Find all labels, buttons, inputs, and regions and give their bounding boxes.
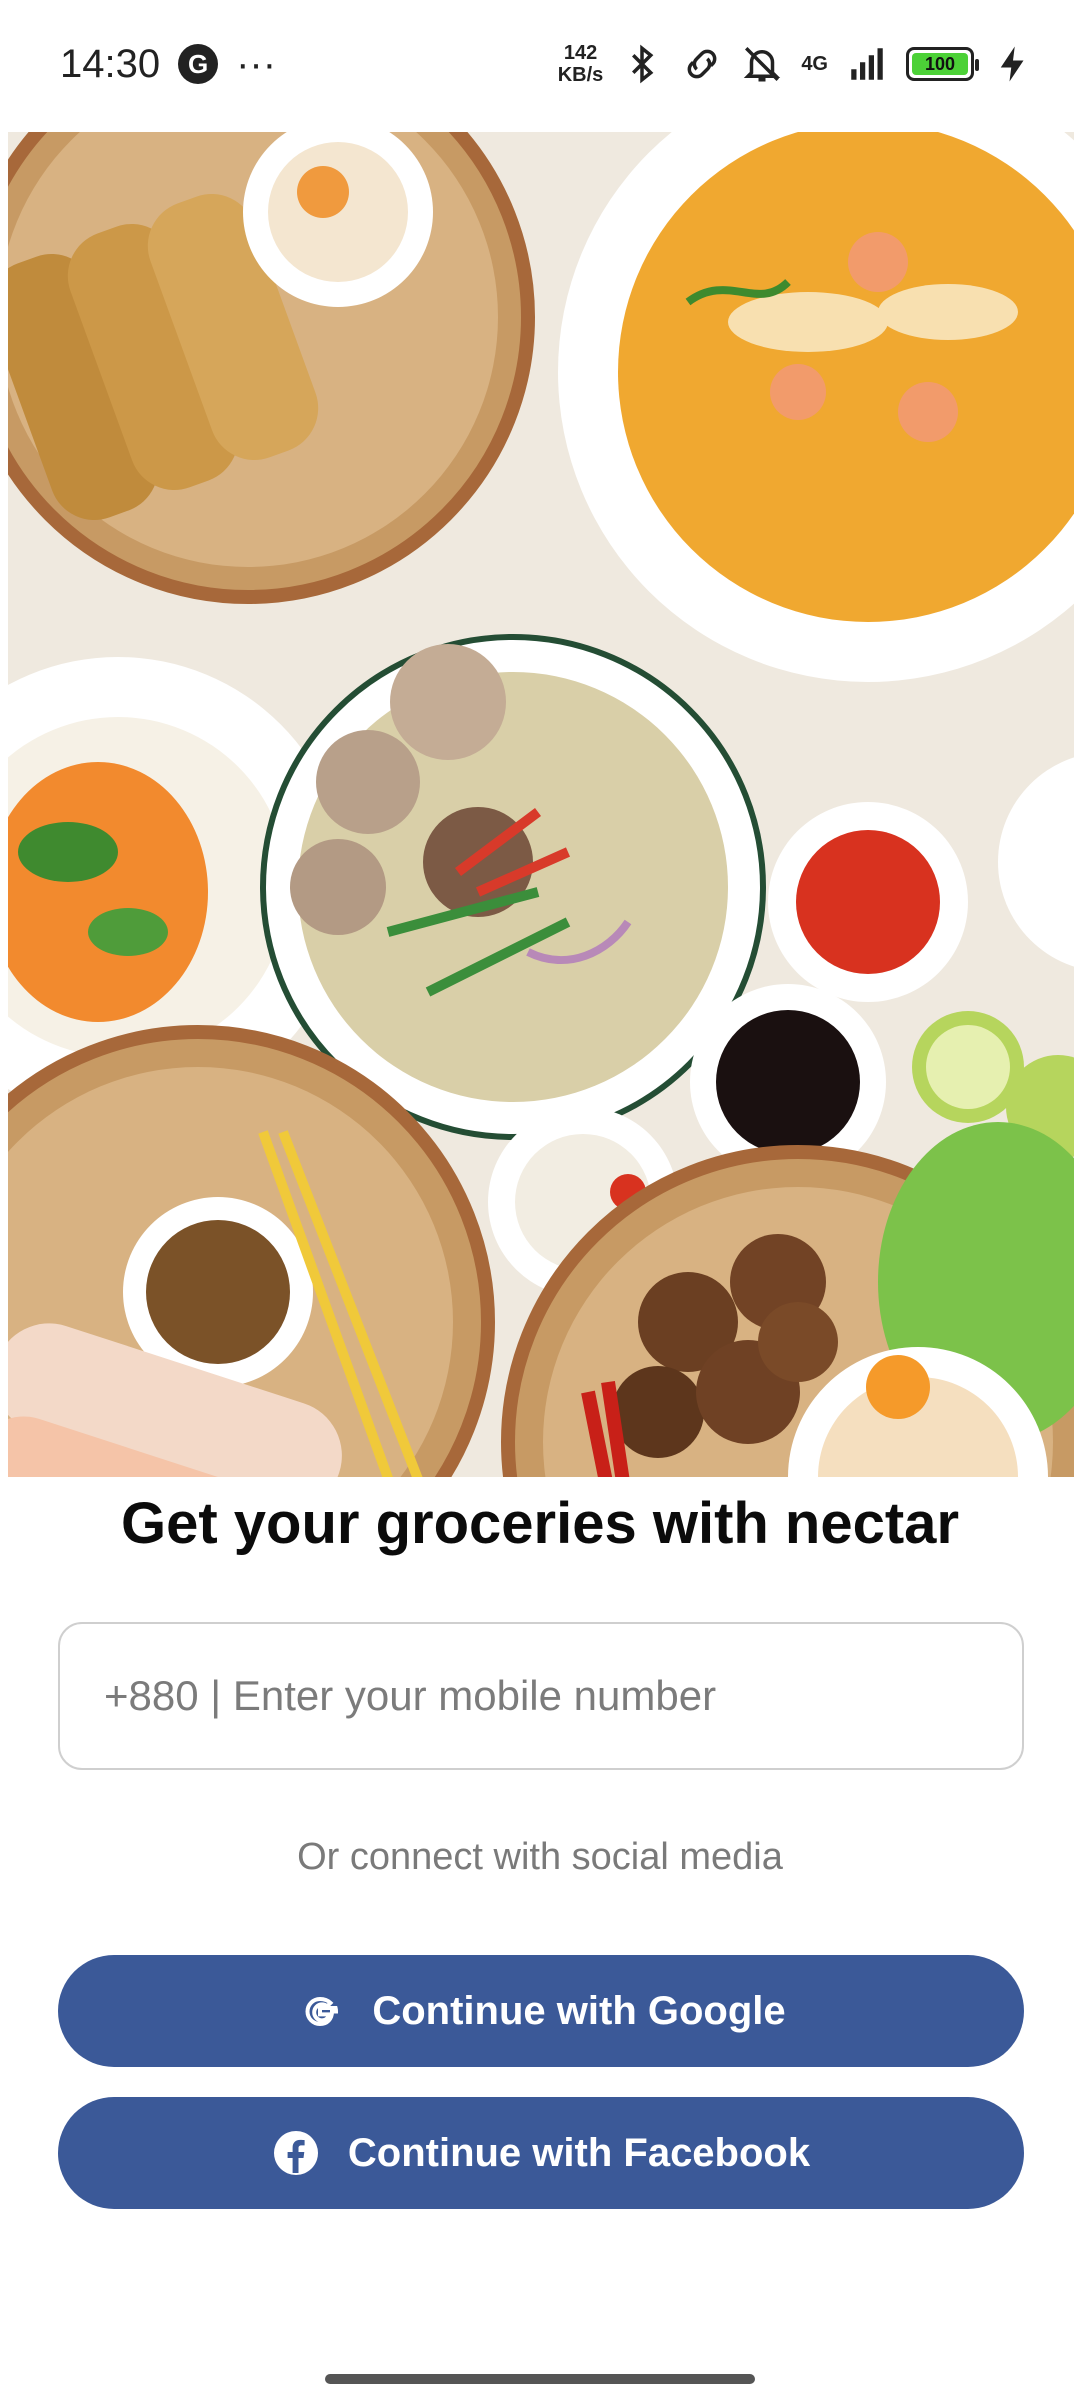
signal-icon bbox=[851, 48, 883, 80]
mobile-number-input[interactable] bbox=[104, 1672, 978, 1720]
network-speed-unit: KB/s bbox=[557, 64, 604, 86]
continue-with-facebook-button[interactable]: Continue with Facebook bbox=[58, 2097, 1024, 2209]
facebook-icon bbox=[272, 2129, 320, 2177]
google-icon bbox=[296, 1987, 344, 2035]
social-caption: Or connect with social media bbox=[297, 1836, 783, 1878]
google-app-icon: G bbox=[178, 44, 219, 84]
charging-icon bbox=[1000, 46, 1024, 82]
food-illustration bbox=[8, 132, 1074, 1477]
continue-with-google-button[interactable]: Continue with Google bbox=[58, 1955, 1024, 2067]
hero-food-image bbox=[8, 132, 1074, 1477]
status-right: 142 KB/s 4G 100 bbox=[558, 42, 1034, 86]
more-notifications-icon: ··· bbox=[236, 41, 277, 86]
status-time: 14:30 bbox=[60, 41, 161, 86]
link-icon bbox=[687, 49, 717, 79]
bell-muted-icon bbox=[744, 47, 781, 82]
status-bar: 14:30 G ··· 142 KB/s 4G 100 bbox=[0, 0, 1080, 128]
network-type: 4G bbox=[801, 52, 828, 75]
google-button-label: Continue with Google bbox=[372, 1988, 786, 2033]
home-indicator[interactable] bbox=[325, 2374, 755, 2384]
page-title: Get your groceries with nectar bbox=[120, 1491, 960, 1556]
chili-sauce-bowl bbox=[768, 802, 968, 1002]
battery-icon: 100 bbox=[906, 47, 979, 81]
status-left: 14:30 G ··· bbox=[60, 42, 276, 87]
facebook-button-label: Continue with Facebook bbox=[347, 2130, 811, 2175]
battery-level: 100 bbox=[912, 53, 968, 75]
bluetooth-icon bbox=[632, 44, 654, 84]
phone-input-wrapper[interactable] bbox=[58, 1622, 1024, 1770]
network-speed: 142 KB/s bbox=[558, 42, 604, 86]
network-speed-value: 142 bbox=[563, 42, 598, 64]
